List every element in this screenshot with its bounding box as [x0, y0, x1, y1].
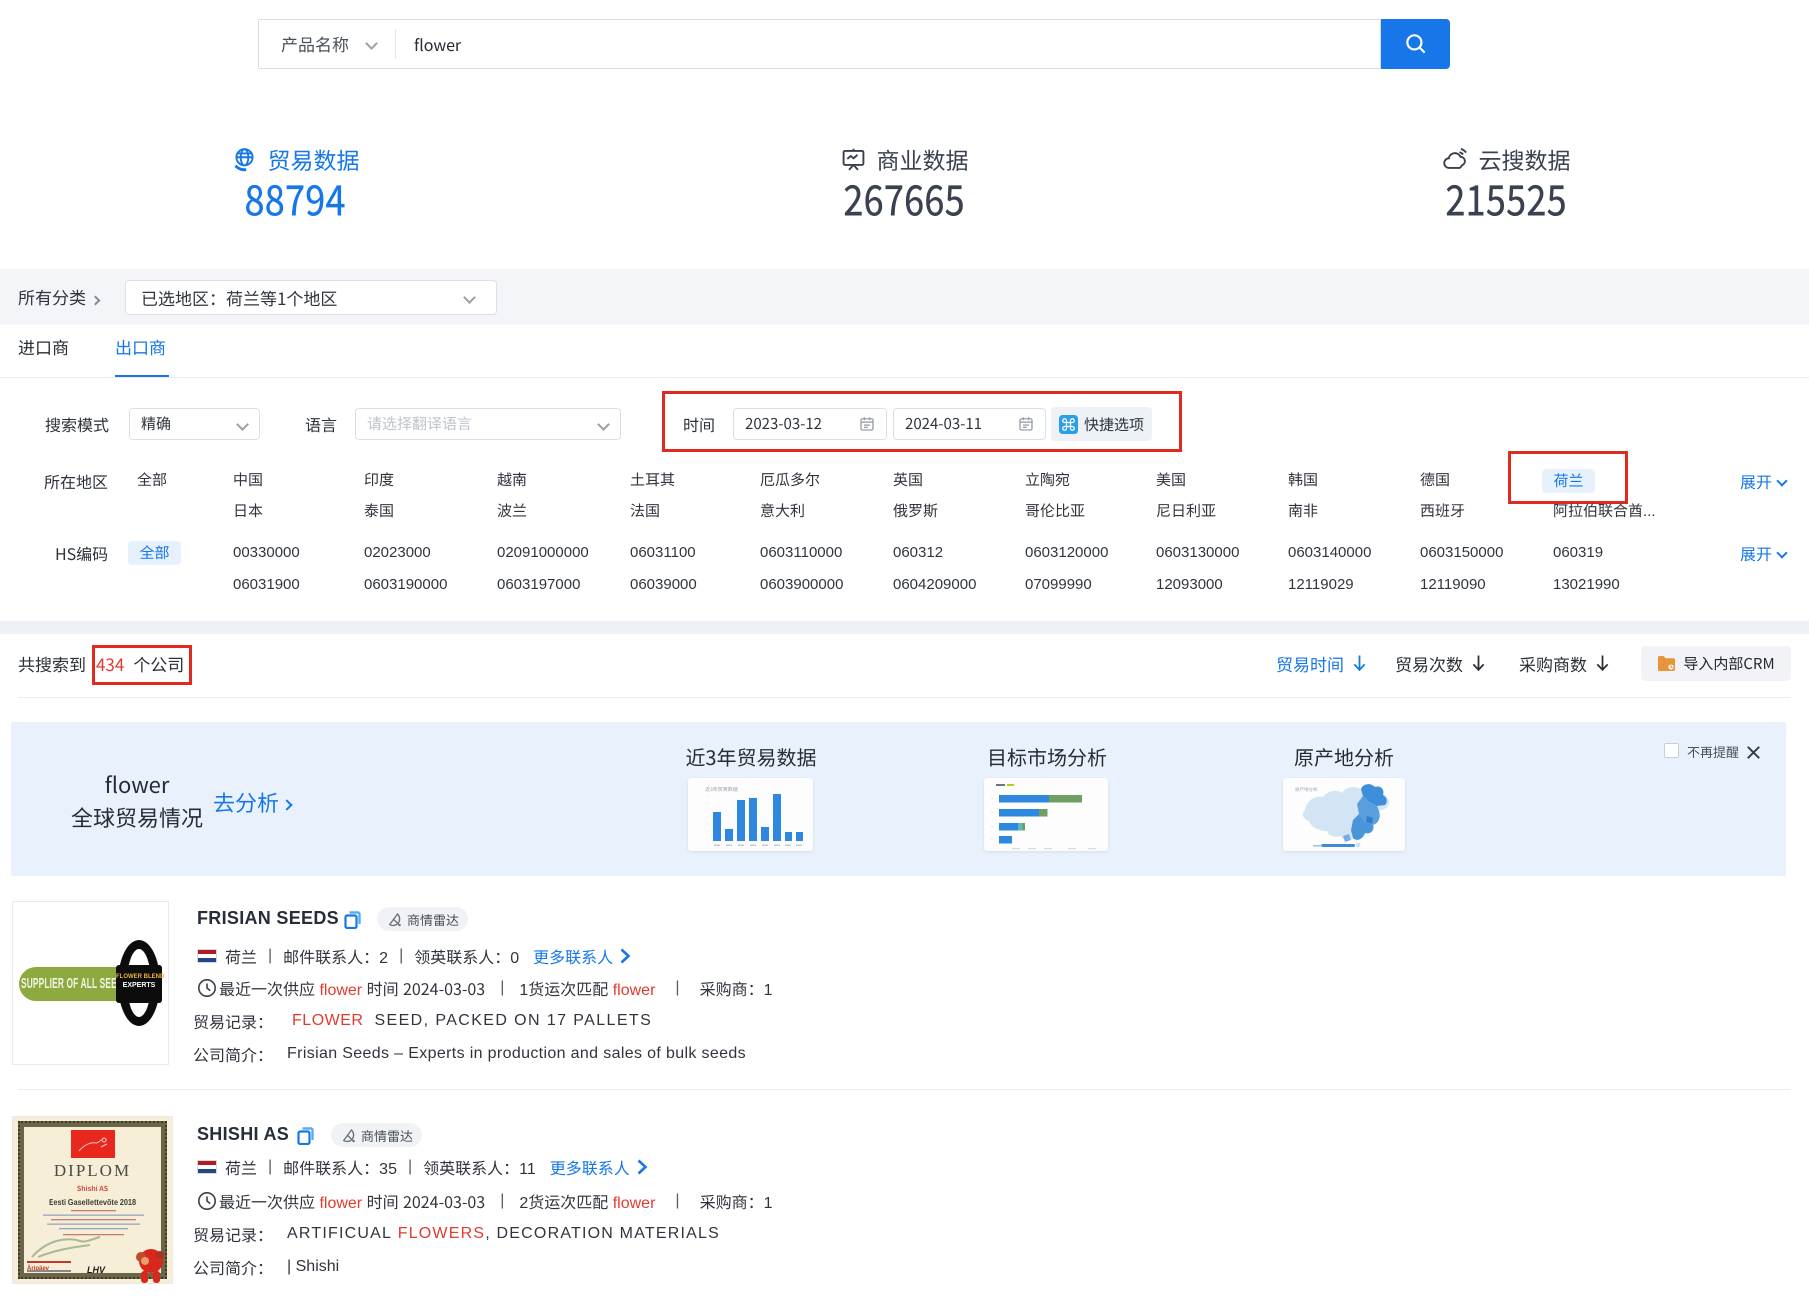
svg-text:•: •: [990, 796, 994, 802]
svg-text:•: •: [990, 824, 994, 830]
svg-text:原产地分析: 原产地分析: [1295, 787, 1318, 793]
svg-text:近3年贸易数据: 近3年贸易数据: [705, 786, 738, 793]
svg-text:•: •: [990, 837, 994, 843]
svg-text:•: •: [990, 810, 994, 816]
